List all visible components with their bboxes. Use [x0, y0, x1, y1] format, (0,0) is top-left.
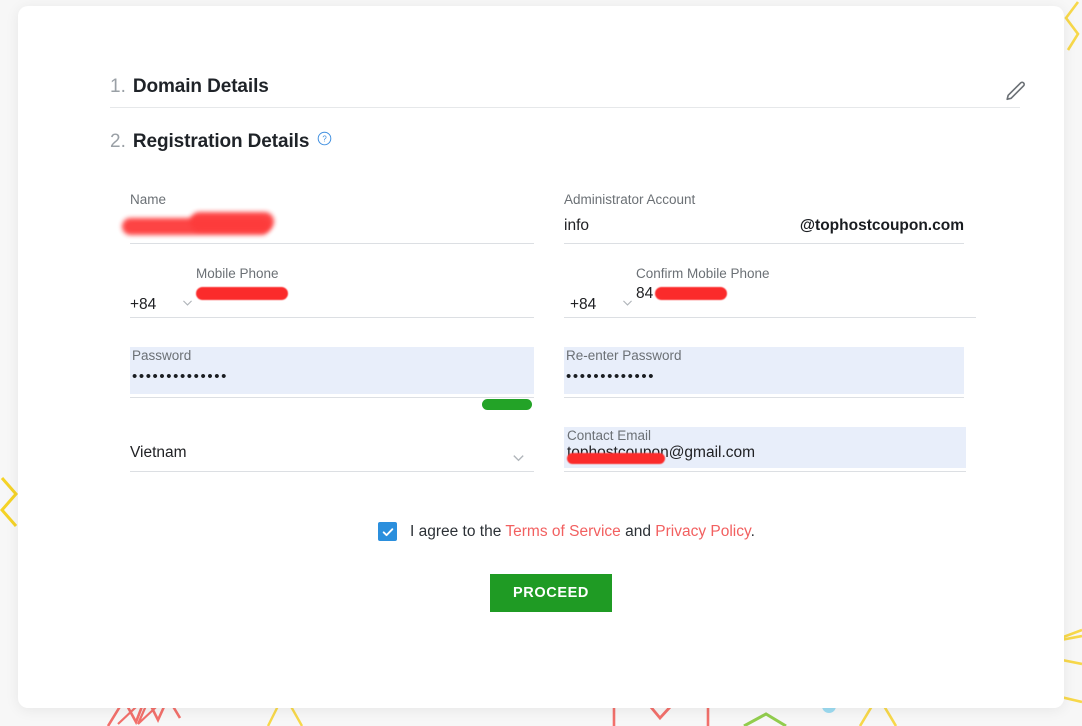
confetti-streamer-top-right: [1064, 1, 1080, 51]
section-divider: [110, 107, 1020, 108]
contact-email-label: Contact Email: [567, 428, 652, 443]
reenter-password-label: Re-enter Password: [566, 348, 682, 363]
confirm-mobile-phone-field[interactable]: +84 Confirm Mobile Phone 84: [564, 266, 976, 318]
mobile-phone-redaction: [196, 287, 288, 300]
password-label: Password: [132, 348, 192, 363]
password-input[interactable]: Password ••••••••••••••: [130, 347, 534, 394]
contact-email-redaction: [567, 453, 665, 464]
terms-checkbox[interactable]: [378, 522, 397, 541]
checkmark-icon: [382, 527, 393, 536]
chevron-down-icon: [511, 450, 526, 470]
terms-prefix: I agree to the: [410, 522, 506, 540]
chevron-down-icon: [181, 296, 194, 314]
confirm-mobile-phone-underline: [564, 317, 976, 318]
country-select[interactable]: Vietnam: [130, 436, 534, 472]
section-domain-details: 1. Domain Details: [110, 76, 269, 98]
section-number: 1.: [110, 76, 126, 97]
mobile-phone-field[interactable]: +84 Mobile Phone: [130, 266, 534, 318]
mobile-phone-label: Mobile Phone: [196, 266, 279, 281]
administrator-account-domain: @tophostcoupon.com: [799, 217, 964, 234]
confetti-zigzag-left: [0, 477, 18, 527]
chevron-down-icon: [621, 296, 634, 314]
section-number: 2.: [110, 131, 126, 152]
proceed-button[interactable]: PROCEED: [490, 574, 612, 612]
svg-text:?: ?: [323, 135, 328, 144]
question-circle-icon[interactable]: ?: [317, 131, 332, 151]
contact-email-field[interactable]: Contact Email tophostcoupon@gmail.com: [564, 427, 966, 472]
confirm-mobile-phone-redaction: [655, 287, 727, 300]
terms-of-service-link[interactable]: Terms of Service: [505, 523, 620, 540]
terms-text: I agree to the Terms of Service and Priv…: [410, 523, 755, 541]
confetti-arrow-green: [743, 712, 787, 726]
confirm-mobile-phone-label: Confirm Mobile Phone: [636, 266, 770, 281]
name-value: [130, 208, 534, 214]
country-underline: [130, 471, 534, 472]
confirm-mobile-phone-country-code: +84: [570, 296, 597, 313]
pencil-icon[interactable]: [1002, 79, 1028, 105]
reenter-password-value: •••••••••••••: [566, 368, 656, 385]
administrator-account-label: Administrator Account: [564, 192, 696, 207]
section-registration-details: 2. Registration Details ?: [110, 131, 332, 153]
password-underline: [130, 397, 534, 398]
mobile-phone-country-select[interactable]: +84: [130, 296, 194, 318]
mobile-phone-input[interactable]: Mobile Phone: [196, 266, 534, 318]
terms-conjunction: and: [620, 522, 656, 540]
password-strength-indicator: [482, 399, 532, 410]
reenter-password-field[interactable]: Re-enter Password •••••••••••••: [564, 347, 964, 398]
mobile-phone-underline: [130, 317, 534, 318]
mobile-phone-country-code: +84: [130, 296, 157, 313]
reenter-password-input[interactable]: Re-enter Password •••••••••••••: [564, 347, 964, 394]
reenter-password-underline: [564, 397, 964, 398]
password-field[interactable]: Password ••••••••••••••: [130, 347, 534, 398]
administrator-account-underline: [564, 243, 964, 244]
confirm-mobile-phone-country-select[interactable]: +84: [570, 296, 634, 318]
section-title: Registration Details: [132, 131, 310, 152]
name-underline: [130, 243, 534, 244]
country-value: Vietnam: [130, 444, 187, 461]
contact-email-underline: [564, 471, 966, 472]
registration-card: 1. Domain Details 2. Registration Detail…: [18, 6, 1064, 708]
name-redaction-2: [190, 212, 274, 231]
name-label: Name: [130, 192, 167, 207]
password-value: ••••••••••••••: [132, 368, 228, 385]
administrator-account-field[interactable]: Administrator Account info @tophostcoupo…: [564, 192, 964, 244]
section-title: Domain Details: [132, 76, 269, 97]
terms-suffix: .: [750, 522, 755, 540]
confirm-mobile-phone-input[interactable]: Confirm Mobile Phone 84: [636, 266, 976, 318]
terms-agreement-row: I agree to the Terms of Service and Priv…: [378, 522, 755, 541]
privacy-policy-link[interactable]: Privacy Policy: [655, 523, 750, 540]
name-field[interactable]: Name: [122, 192, 534, 244]
administrator-account-value: info: [564, 217, 589, 234]
